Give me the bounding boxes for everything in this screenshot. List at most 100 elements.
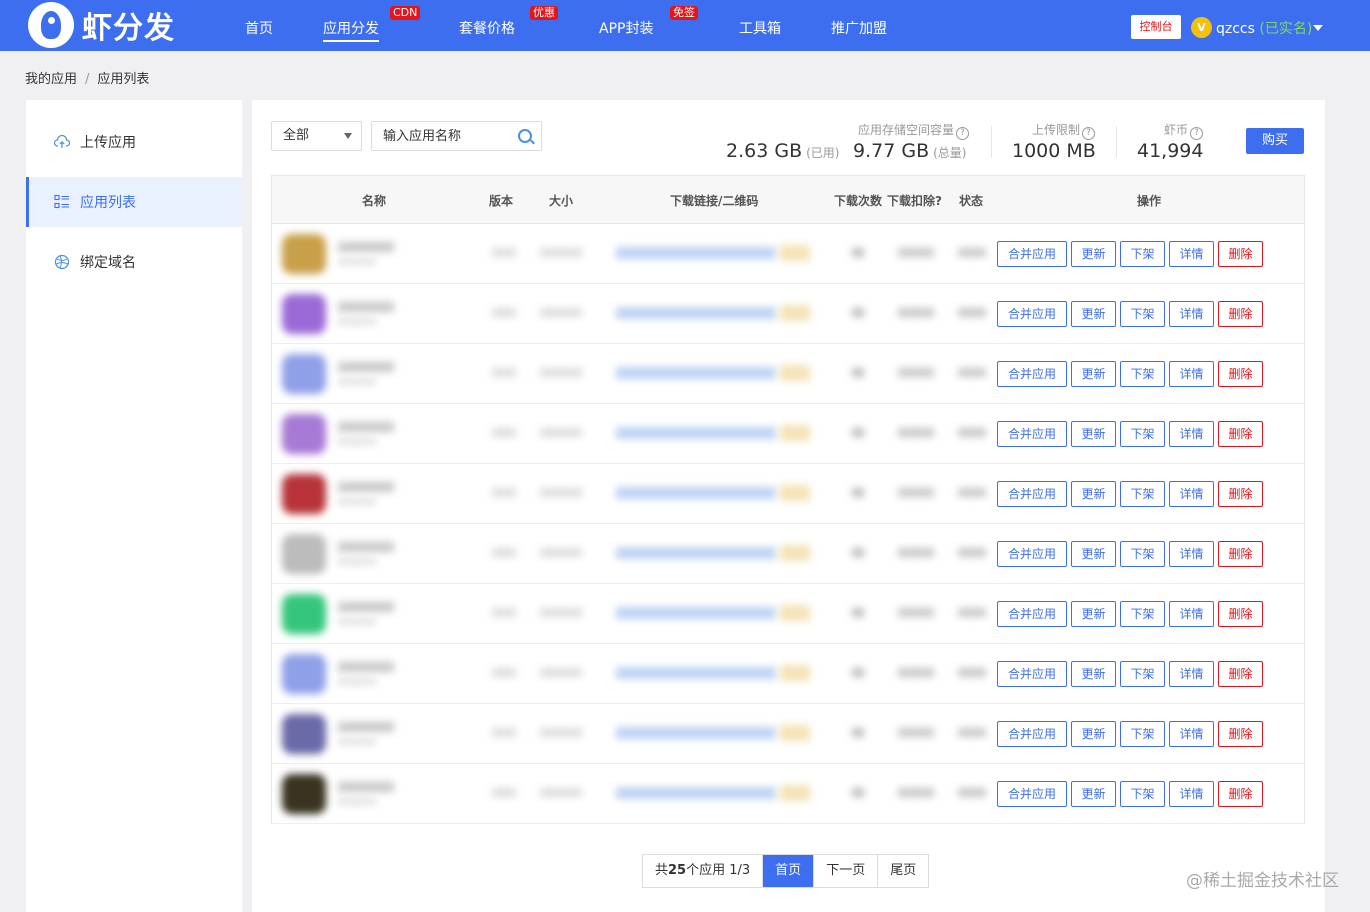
realname-status: (已实名)	[1259, 21, 1313, 37]
nav-toolbox[interactable]: 工具箱	[739, 18, 781, 42]
take-down-button[interactable]: 下架	[1120, 720, 1165, 747]
update-button[interactable]: 更新	[1071, 660, 1116, 687]
detail-button[interactable]: 详情	[1169, 240, 1214, 267]
merge-app-button[interactable]: 合并应用	[997, 420, 1067, 447]
help-icon[interactable]: ?	[1190, 127, 1204, 140]
download-link-redacted[interactable]	[616, 367, 776, 379]
delete-button[interactable]: 删除	[1218, 540, 1263, 567]
take-down-button[interactable]: 下架	[1120, 240, 1165, 267]
nav-app-distribution[interactable]: 应用分发	[323, 18, 379, 42]
take-down-button[interactable]: 下架	[1120, 780, 1165, 807]
next-page-button[interactable]: 下一页	[814, 855, 879, 887]
nav-app-wrap[interactable]: APP封装	[599, 18, 653, 42]
qr-code-redacted[interactable]	[780, 665, 810, 681]
search-icon[interactable]	[518, 129, 532, 143]
update-button[interactable]: 更新	[1071, 540, 1116, 567]
breadcrumb-my-apps[interactable]: 我的应用	[25, 72, 77, 87]
merge-app-button[interactable]: 合并应用	[997, 360, 1067, 387]
qr-code-redacted[interactable]	[780, 245, 810, 261]
delete-button[interactable]: 删除	[1218, 360, 1263, 387]
download-link-redacted[interactable]	[616, 247, 776, 259]
take-down-button[interactable]: 下架	[1120, 420, 1165, 447]
update-button[interactable]: 更新	[1071, 720, 1116, 747]
take-down-button[interactable]: 下架	[1120, 600, 1165, 627]
sidebar-item-upload[interactable]: 上传应用	[26, 117, 242, 167]
nav-affiliate[interactable]: 推广加盟	[831, 18, 887, 42]
detail-button[interactable]: 详情	[1169, 780, 1214, 807]
delete-button[interactable]: 删除	[1218, 240, 1263, 267]
qr-code-redacted[interactable]	[780, 305, 810, 321]
download-link-redacted[interactable]	[616, 787, 776, 799]
download-link-redacted[interactable]	[616, 307, 776, 319]
app-icon	[282, 354, 326, 394]
merge-app-button[interactable]: 合并应用	[997, 540, 1067, 567]
take-down-button[interactable]: 下架	[1120, 480, 1165, 507]
update-button[interactable]: 更新	[1071, 480, 1116, 507]
detail-button[interactable]: 详情	[1169, 420, 1214, 447]
take-down-button[interactable]: 下架	[1120, 360, 1165, 387]
nav-pricing[interactable]: 套餐价格	[459, 18, 515, 42]
qr-code-redacted[interactable]	[780, 605, 810, 621]
download-link-redacted[interactable]	[616, 547, 776, 559]
take-down-button[interactable]: 下架	[1120, 660, 1165, 687]
sidebar-item-app-list[interactable]: 应用列表	[26, 177, 242, 227]
detail-button[interactable]: 详情	[1169, 660, 1214, 687]
logo[interactable]: 虾分发	[28, 2, 175, 48]
detail-button[interactable]: 详情	[1169, 600, 1214, 627]
first-page-button[interactable]: 首页	[763, 855, 815, 887]
last-page-button[interactable]: 尾页	[878, 855, 928, 887]
help-icon[interactable]: ?	[956, 127, 970, 140]
download-link-redacted[interactable]	[616, 487, 776, 499]
app-size-redacted	[540, 668, 582, 677]
merge-app-button[interactable]: 合并应用	[997, 300, 1067, 327]
chevron-down-icon[interactable]	[1313, 25, 1323, 31]
detail-button[interactable]: 详情	[1169, 360, 1214, 387]
buy-button[interactable]: 购买	[1246, 128, 1304, 154]
delete-button[interactable]: 删除	[1218, 600, 1263, 627]
detail-button[interactable]: 详情	[1169, 300, 1214, 327]
detail-button[interactable]: 详情	[1169, 720, 1214, 747]
help-icon[interactable]: ?	[1082, 127, 1096, 140]
delete-button[interactable]: 删除	[1218, 720, 1263, 747]
merge-app-button[interactable]: 合并应用	[997, 240, 1067, 267]
update-button[interactable]: 更新	[1071, 420, 1116, 447]
qr-code-redacted[interactable]	[780, 365, 810, 381]
qr-code-redacted[interactable]	[780, 545, 810, 561]
download-link-redacted[interactable]	[616, 607, 776, 619]
download-link-redacted[interactable]	[616, 667, 776, 679]
qr-code-redacted[interactable]	[780, 785, 810, 801]
merge-app-button[interactable]: 合并应用	[997, 720, 1067, 747]
app-size-redacted	[540, 368, 582, 377]
user-menu[interactable]: qzccs (已实名)	[1216, 18, 1312, 38]
update-button[interactable]: 更新	[1071, 600, 1116, 627]
merge-app-button[interactable]: 合并应用	[997, 600, 1067, 627]
download-link-redacted[interactable]	[616, 727, 776, 739]
delete-button[interactable]: 删除	[1218, 780, 1263, 807]
update-button[interactable]: 更新	[1071, 360, 1116, 387]
detail-button[interactable]: 详情	[1169, 540, 1214, 567]
console-button[interactable]: 控制台	[1131, 15, 1181, 39]
take-down-button[interactable]: 下架	[1120, 300, 1165, 327]
qr-code-redacted[interactable]	[780, 725, 810, 741]
take-down-button[interactable]: 下架	[1120, 540, 1165, 567]
update-button[interactable]: 更新	[1071, 780, 1116, 807]
download-link-redacted[interactable]	[616, 427, 776, 439]
delete-button[interactable]: 删除	[1218, 300, 1263, 327]
status-redacted	[958, 428, 986, 437]
sidebar-item-bind-domain[interactable]: 绑定域名	[26, 237, 242, 287]
app-search-input[interactable]	[372, 122, 502, 150]
merge-app-button[interactable]: 合并应用	[997, 480, 1067, 507]
status-filter-select[interactable]: 全部	[271, 121, 362, 151]
update-button[interactable]: 更新	[1071, 300, 1116, 327]
merge-app-button[interactable]: 合并应用	[997, 780, 1067, 807]
delete-button[interactable]: 删除	[1218, 660, 1263, 687]
detail-button[interactable]: 详情	[1169, 480, 1214, 507]
delete-button[interactable]: 删除	[1218, 420, 1263, 447]
update-button[interactable]: 更新	[1071, 240, 1116, 267]
qr-code-redacted[interactable]	[780, 485, 810, 501]
delete-button[interactable]: 删除	[1218, 480, 1263, 507]
nav-home[interactable]: 首页	[245, 18, 273, 42]
breadcrumb-separator: /	[85, 72, 90, 87]
merge-app-button[interactable]: 合并应用	[997, 660, 1067, 687]
qr-code-redacted[interactable]	[780, 425, 810, 441]
